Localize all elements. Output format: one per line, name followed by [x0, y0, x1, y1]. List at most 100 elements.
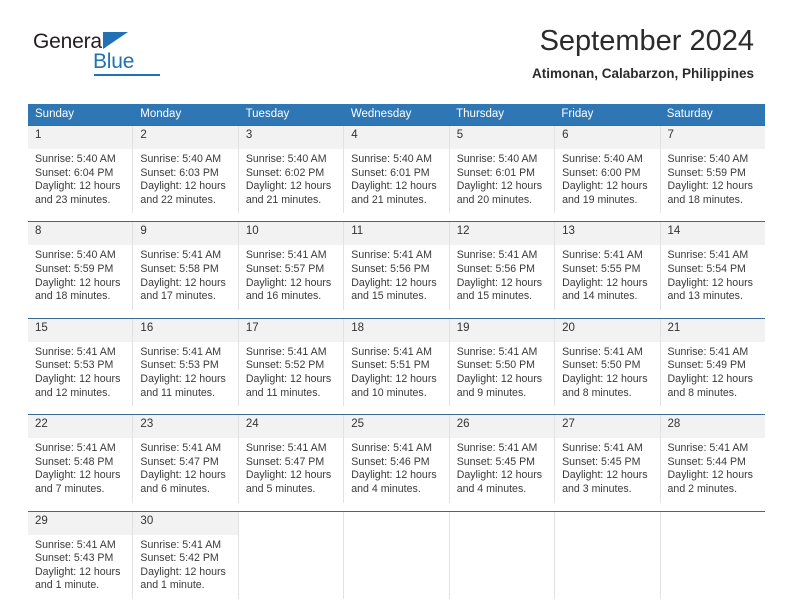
day-detail-line: Daylight: 12 hours	[667, 372, 753, 385]
day-detail-line: Sunset: 5:52 PM	[245, 359, 325, 372]
day-details: Sunrise: 5:41 AM Sunset: 5:58 PM Daylight:…	[133, 245, 237, 309]
day-number: 4	[344, 126, 449, 149]
day-cell-20[interactable]: 20 Sunrise: 5:41 AM Sunset: 5:50 PM Dayligh…	[555, 318, 661, 407]
day-detail-line: and 20 minutes.	[456, 193, 533, 206]
day-detail-line: Sunrise: 5:40 AM	[140, 153, 222, 165]
day-cell-21[interactable]: 21 Sunrise: 5:41 AM Sunset: 5:49 PM Dayligh…	[660, 318, 765, 407]
day-detail-line: and 18 minutes.	[35, 290, 111, 303]
day-details: Sunrise: 5:40 AM Sunset: 6:03 PM Daylight:…	[133, 149, 237, 213]
day-detail-line: and 18 minutes.	[667, 193, 743, 206]
day-number	[555, 511, 660, 535]
day-cell-14[interactable]: 14 Sunrise: 5:41 AM Sunset: 5:54 PM Dayligh…	[660, 222, 765, 310]
day-detail-line: Sunrise: 5:41 AM	[456, 249, 538, 262]
day-cell-19[interactable]: 19 Sunrise: 5:41 AM Sunset: 5:50 PM Dayligh…	[449, 318, 556, 407]
day-number: 22	[28, 415, 133, 439]
day-details: Sunrise: 5:41 AM Sunset: 5:52 PM Daylight:…	[239, 342, 343, 406]
title-block: September 2024 Atimonan, Calabarzon, Phi…	[532, 24, 754, 84]
day-detail-line: and 19 minutes.	[562, 193, 638, 206]
day-cell-1[interactable]: 1 Sunrise: 5:40 AM Sunset: 6:04 PM Daylight…	[28, 126, 134, 214]
day-detail-line: Daylight: 12 hours	[140, 372, 226, 385]
day-detail-line: Sunset: 5:46 PM	[351, 455, 430, 468]
day-detail-line: Sunrise: 5:41 AM	[140, 442, 222, 455]
day-details: Sunrise: 5:40 AM Sunset: 6:00 PM Daylight:…	[555, 149, 659, 213]
day-detail-line: Sunset: 5:50 PM	[456, 359, 536, 372]
day-detail-line: and 6 minutes.	[140, 482, 210, 495]
day-cell-15[interactable]: 15 Sunrise: 5:41 AM Sunset: 5:53 PM Dayligh…	[28, 318, 134, 407]
day-details: Sunrise: 5:41 AM Sunset: 5:54 PM Daylight:…	[661, 245, 765, 309]
day-cell-8[interactable]: 8 Sunrise: 5:40 AM Sunset: 5:59 PM Daylight…	[28, 222, 134, 310]
page-title: September 2024	[539, 25, 754, 57]
day-detail-line: and 13 minutes.	[667, 290, 743, 303]
day-details: Sunrise: 5:40 AM Sunset: 6:01 PM Daylight:…	[344, 149, 448, 213]
day-detail-line: Sunset: 5:55 PM	[562, 262, 641, 275]
day-detail-line: and 11 minutes.	[140, 386, 216, 399]
logo-underline	[94, 74, 160, 76]
day-detail-line: and 1 minute.	[35, 579, 100, 592]
day-detail-line: Daylight: 12 hours	[351, 372, 437, 385]
day-cell-2[interactable]: 2 Sunrise: 5:40 AM Sunset: 6:03 PM Daylight…	[133, 126, 239, 214]
day-detail-line: Daylight: 12 hours	[245, 180, 332, 193]
day-detail-line: Daylight: 12 hours	[35, 276, 121, 289]
day-cell-9[interactable]: 9 Sunrise: 5:41 AM Sunset: 5:58 PM Daylight…	[133, 222, 239, 310]
day-detail-line: and 16 minutes.	[245, 290, 322, 303]
day-detail-line: Daylight: 12 hours	[562, 276, 648, 289]
day-detail-line: Daylight: 12 hours	[562, 372, 648, 385]
day-detail-line: Sunrise: 5:40 AM	[562, 153, 643, 165]
day-cell-7[interactable]: 7 Sunrise: 5:40 AM Sunset: 5:59 PM Daylight…	[660, 126, 765, 214]
day-cell-5[interactable]: 5 Sunrise: 5:40 AM Sunset: 6:01 PM Daylight…	[449, 126, 556, 214]
day-detail-line: Sunrise: 5:41 AM	[35, 538, 116, 551]
day-details	[239, 535, 343, 545]
day-detail-line: and 7 minutes.	[35, 482, 105, 495]
day-cell-10[interactable]: 10 Sunrise: 5:41 AM Sunset: 5:57 PM Dayligh…	[238, 222, 345, 310]
day-cell-25[interactable]: 25 Sunrise: 5:41 AM Sunset: 5:46 PM Dayligh…	[344, 415, 450, 503]
day-detail-line: Daylight: 12 hours	[245, 469, 332, 482]
day-details: Sunrise: 5:41 AM Sunset: 5:53 PM Daylight:…	[28, 342, 132, 406]
day-cell-17[interactable]: 17 Sunrise: 5:41 AM Sunset: 5:52 PM Dayligh…	[238, 318, 345, 407]
day-cell-24[interactable]: 24 Sunrise: 5:41 AM Sunset: 5:47 PM Dayligh…	[238, 415, 345, 503]
day-cell-30[interactable]: 30 Sunrise: 5:41 AM Sunset: 5:42 PM Dayligh…	[133, 511, 239, 599]
calendar-page: General Blue September 2024 Atimonan, Ca…	[0, 0, 792, 612]
day-cell-11[interactable]: 11 Sunrise: 5:41 AM Sunset: 5:56 PM Dayligh…	[344, 222, 450, 310]
day-cell-28[interactable]: 28 Sunrise: 5:41 AM Sunset: 5:44 PM Dayligh…	[660, 415, 765, 503]
day-detail-line: Sunrise: 5:40 AM	[35, 153, 116, 165]
day-detail-line: Sunset: 6:03 PM	[140, 166, 219, 179]
day-cell-12[interactable]: 12 Sunrise: 5:41 AM Sunset: 5:56 PM Dayligh…	[449, 222, 556, 310]
day-cell-27[interactable]: 27 Sunrise: 5:41 AM Sunset: 5:45 PM Dayligh…	[555, 415, 661, 503]
day-number: 26	[449, 415, 555, 439]
day-detail-line: Daylight: 12 hours	[456, 276, 543, 289]
day-number: 23	[133, 415, 238, 439]
day-cell-4[interactable]: 4 Sunrise: 5:40 AM Sunset: 6:01 PM Daylight…	[344, 126, 450, 214]
calendar-grid: Sunday Monday Tuesday Wednesday Thursday Frid…	[28, 104, 765, 599]
day-cell-29[interactable]: 29 Sunrise: 5:41 AM Sunset: 5:43 PM Dayligh…	[28, 511, 134, 599]
day-cell-23[interactable]: 23 Sunrise: 5:41 AM Sunset: 5:47 PM Dayligh…	[133, 415, 239, 503]
calendar-week-row: 1 Sunrise: 5:40 AM Sunset: 6:04 PM Daylight…	[28, 125, 765, 214]
day-detail-line: Daylight: 12 hours	[140, 565, 226, 578]
day-cell-16[interactable]: 16 Sunrise: 5:41 AM Sunset: 5:53 PM Dayligh…	[133, 318, 239, 407]
day-detail-line: Daylight: 12 hours	[456, 469, 543, 482]
day-detail-line: Daylight: 12 hours	[140, 276, 226, 289]
day-detail-line: Sunrise: 5:40 AM	[35, 249, 116, 262]
day-cell-13[interactable]: 13 Sunrise: 5:41 AM Sunset: 5:55 PM Dayligh…	[555, 222, 661, 310]
day-details: Sunrise: 5:41 AM Sunset: 5:42 PM Daylight:…	[133, 535, 237, 599]
day-cell-18[interactable]: 18 Sunrise: 5:41 AM Sunset: 5:51 PM Dayligh…	[344, 318, 450, 407]
day-detail-line: Sunset: 5:59 PM	[667, 166, 746, 179]
day-cell-6[interactable]: 6 Sunrise: 5:40 AM Sunset: 6:00 PM Daylight…	[555, 126, 661, 214]
page-subtitle: Atimonan, Calabarzon, Philippines	[531, 66, 754, 81]
day-detail-line: Sunset: 5:54 PM	[667, 262, 746, 275]
day-details: Sunrise: 5:41 AM Sunset: 5:44 PM Daylight:…	[661, 438, 765, 502]
calendar-week-row: 15 Sunrise: 5:41 AM Sunset: 5:53 PM Dayligh…	[28, 317, 765, 407]
day-cell-26[interactable]: 26 Sunrise: 5:41 AM Sunset: 5:45 PM Dayligh…	[449, 415, 556, 503]
day-number: 16	[133, 318, 238, 342]
page-header: General Blue September 2024 Atimonan, Ca…	[0, 0, 792, 82]
day-number: 28	[660, 415, 765, 439]
day-cell-22[interactable]: 22 Sunrise: 5:41 AM Sunset: 5:48 PM Dayligh…	[28, 415, 134, 503]
day-number: 13	[555, 222, 660, 246]
day-cell-3[interactable]: 3 Sunrise: 5:40 AM Sunset: 6:02 PM Daylight…	[238, 126, 345, 214]
day-detail-line: and 22 minutes.	[140, 193, 216, 206]
logo-text-blue: Blue	[93, 50, 135, 73]
day-detail-line: Sunrise: 5:41 AM	[140, 249, 222, 262]
day-detail-line: Sunset: 5:47 PM	[245, 455, 325, 468]
day-detail-line: Sunrise: 5:41 AM	[562, 442, 643, 455]
day-details: Sunrise: 5:41 AM Sunset: 5:55 PM Daylight:…	[555, 245, 659, 309]
day-detail-line: Sunrise: 5:41 AM	[456, 442, 538, 455]
